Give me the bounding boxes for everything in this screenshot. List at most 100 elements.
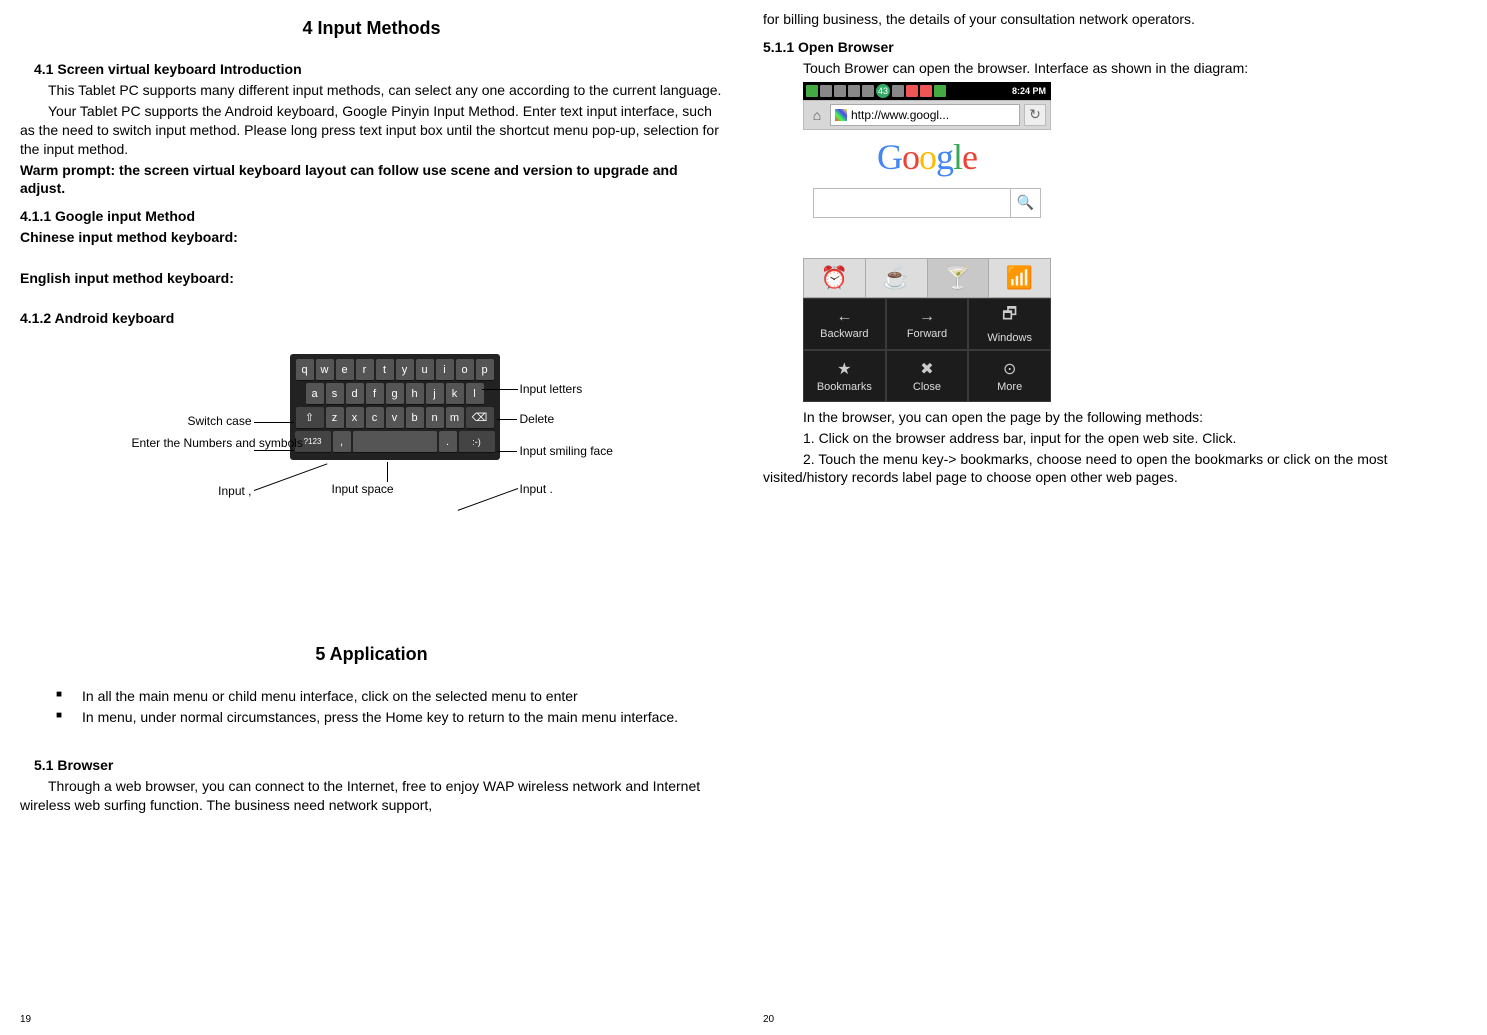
para-4-1-b: Your Tablet PC supports the Android keyb… — [20, 102, 723, 159]
menu-grid: ← Backward → Forward 🗗 Windows ★ Bookmar… — [803, 298, 1051, 402]
status-icon — [848, 85, 860, 97]
key: j — [426, 383, 444, 405]
label-input-comma: Input , — [132, 484, 252, 498]
reload-button[interactable]: ↻ — [1024, 104, 1046, 126]
key: d — [346, 383, 364, 405]
para-method-1: 1. Click on the browser address bar, inp… — [803, 429, 1466, 448]
status-badge: 43 — [876, 84, 890, 98]
kb-row-3: ⇧ z x c v b n m ⌫ — [295, 407, 495, 429]
para-method-2: 2. Touch the menu key-> bookmarks, choos… — [763, 450, 1466, 488]
key: a — [306, 383, 324, 405]
bullet-item: In menu, under normal circumstances, pre… — [56, 708, 723, 727]
section-4-1-2-heading: 4.1.2 Android keyboard — [20, 310, 723, 326]
chinese-kb-label: Chinese input method keyboard: — [20, 228, 723, 247]
status-icon — [806, 85, 818, 97]
key-shift: ⇧ — [296, 407, 324, 429]
kb-row-1: q w e r t y u i o p — [295, 359, 495, 381]
menu-label: Forward — [907, 328, 947, 340]
signal-icon — [920, 85, 932, 97]
app-bullets: In all the main menu or child menu inter… — [56, 687, 723, 727]
chapter-5-title: 5 Application — [20, 644, 723, 665]
key: f — [366, 383, 384, 405]
key: r — [356, 359, 374, 381]
key: o — [456, 359, 474, 381]
status-icon — [834, 85, 846, 97]
key: p — [476, 359, 494, 381]
warm-prompt: Warm prompt: the screen virtual keyboard… — [20, 161, 723, 199]
close-icon: ✖ — [920, 359, 933, 379]
search-input[interactable] — [814, 189, 1010, 217]
section-5-1-1-heading: 5.1.1 Open Browser — [763, 39, 1466, 55]
menu-item-more[interactable]: ⊙ More — [968, 350, 1051, 402]
menu-label: Backward — [820, 328, 868, 340]
arrow-right-icon: → — [919, 308, 935, 326]
key: x — [346, 407, 364, 429]
label-input-space: Input space — [332, 482, 394, 496]
status-icon — [862, 85, 874, 97]
key: e — [336, 359, 354, 381]
key-smile: :-) — [459, 431, 495, 453]
menu-tab[interactable]: 🍸 — [928, 259, 990, 297]
menu-item-forward[interactable]: → Forward — [886, 298, 969, 350]
windows-icon: 🗗 — [1002, 303, 1017, 330]
section-4-1-heading: 4.1 Screen virtual keyboard Introduction — [20, 61, 723, 77]
key: u — [416, 359, 434, 381]
key-period: . — [439, 431, 457, 453]
url-text: http://www.googl... — [851, 108, 949, 122]
key: l — [466, 383, 484, 405]
key-comma: , — [333, 431, 351, 453]
para-continuation: for billing business, the details of you… — [763, 10, 1466, 29]
menu-label: Close — [913, 381, 941, 393]
label-input-smile: Input smiling face — [520, 444, 613, 458]
section-4-1-1-heading: 4.1.1 Google input Method — [20, 208, 723, 224]
address-bar[interactable]: http://www.googl... — [830, 104, 1020, 126]
menu-tab[interactable]: 📶 — [989, 259, 1050, 297]
more-icon: ⊙ — [1003, 359, 1016, 379]
star-icon: ★ — [837, 359, 851, 379]
key: i — [436, 359, 454, 381]
para-5-1: Through a web browser, you can connect t… — [20, 777, 723, 815]
key-delete: ⌫ — [466, 407, 494, 429]
browser-screenshot: 43 8:24 PM ⌂ http://www.googl... ↻ Googl… — [803, 82, 1051, 218]
menu-tab[interactable]: ⏰ — [804, 259, 866, 297]
search-button[interactable]: 🔍 — [1010, 189, 1040, 217]
menu-label: More — [997, 381, 1022, 393]
arrow-left-icon: ← — [836, 308, 852, 326]
key: v — [386, 407, 404, 429]
android-keyboard-diagram: q w e r t y u i o p a s d f g h j k l — [132, 354, 612, 564]
key: m — [446, 407, 464, 429]
search-row: 🔍 — [813, 188, 1041, 218]
key: n — [426, 407, 444, 429]
key: c — [366, 407, 384, 429]
status-bar: 43 8:24 PM — [803, 82, 1051, 100]
key: q — [296, 359, 314, 381]
key: h — [406, 383, 424, 405]
menu-item-bookmarks[interactable]: ★ Bookmarks — [803, 350, 886, 402]
menu-item-windows[interactable]: 🗗 Windows — [968, 298, 1051, 350]
label-input-letters: Input letters — [520, 382, 583, 396]
address-row: ⌂ http://www.googl... ↻ — [803, 100, 1051, 130]
key: b — [406, 407, 424, 429]
menu-item-backward[interactable]: ← Backward — [803, 298, 886, 350]
kb-row-2: a s d f g h j k l — [295, 383, 495, 405]
home-icon[interactable]: ⌂ — [808, 106, 826, 124]
para-5-1-1: Touch Brower can open the browser. Inter… — [803, 59, 1466, 78]
page-number-left: 19 — [20, 1014, 31, 1025]
menu-tab[interactable]: ☕ — [866, 259, 928, 297]
kb-row-4: ?123 , . :-) — [295, 431, 495, 453]
key: t — [376, 359, 394, 381]
keyboard-body: q w e r t y u i o p a s d f g h j k l — [290, 354, 500, 460]
key: s — [326, 383, 344, 405]
label-enter-numbers: Enter the Numbers and symbols — [132, 436, 252, 450]
page-left: 4 Input Methods 4.1 Screen virtual keybo… — [0, 0, 743, 1035]
menu-tab-row: ⏰ ☕ 🍸 📶 — [803, 258, 1051, 298]
battery-icon — [934, 85, 946, 97]
page-number-right: 20 — [763, 1014, 774, 1025]
bullet-item: In all the main menu or child menu inter… — [56, 687, 723, 706]
menu-label: Bookmarks — [817, 381, 872, 393]
para-methods-intro: In the browser, you can open the page by… — [803, 408, 1466, 427]
menu-item-close[interactable]: ✖ Close — [886, 350, 969, 402]
favicon-icon — [835, 109, 847, 121]
para-4-1-a: This Tablet PC supports many different i… — [20, 81, 723, 100]
key: k — [446, 383, 464, 405]
